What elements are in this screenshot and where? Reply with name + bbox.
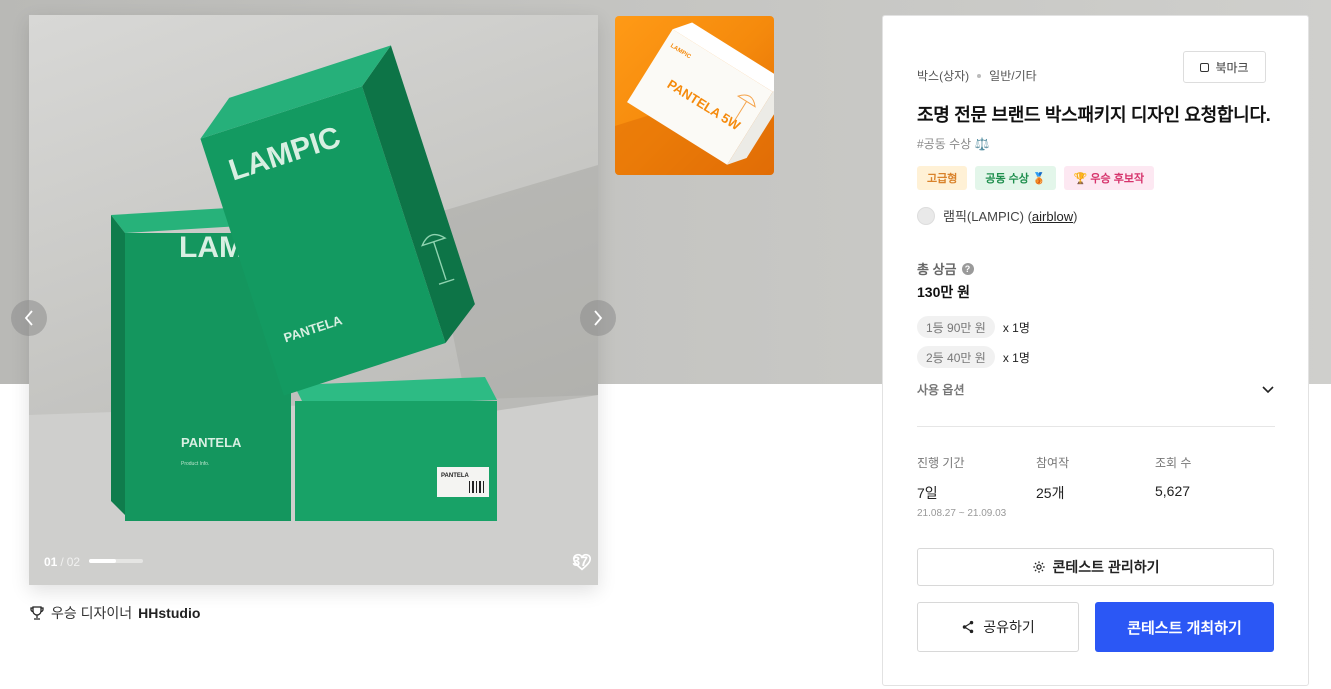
image-counter: 01/02	[44, 555, 80, 569]
badge-premium: 고급형	[917, 166, 968, 190]
heart-icon	[573, 553, 592, 571]
image-counter-separator: /	[60, 555, 64, 569]
like-button[interactable]: 37	[572, 553, 592, 571]
prize-rank: 1등 90만 원	[917, 316, 995, 338]
prize-label-text: 총 상금	[917, 262, 957, 277]
host-info: 램픽(LAMPIC) (airblow)	[917, 206, 1077, 225]
box-subtext: Product Info.	[181, 461, 209, 467]
hashtag: #공동 수상 ⚖️	[917, 137, 990, 151]
avatar	[917, 206, 935, 225]
badge-list: 고급형 공동 수상 🥉 🏆 우승 후보작	[917, 166, 1155, 190]
chevron-right-icon	[594, 310, 603, 326]
options-toggle[interactable]: 사용 옵션	[917, 381, 1275, 398]
breadcrumb-subcategory[interactable]: 일반/기타	[989, 67, 1037, 84]
prize-total: 130만 원	[917, 284, 971, 300]
image-progress-fill	[89, 559, 116, 563]
prize-row: 2등 40만 원 x 1명	[917, 346, 1030, 368]
image-counter-current: 01	[44, 555, 58, 569]
prize-rank: 2등 40만 원	[917, 346, 995, 368]
stat-entries-label: 참여작	[1036, 456, 1070, 470]
host-close-paren: )	[1073, 209, 1078, 224]
gear-icon	[1032, 561, 1045, 573]
divider	[917, 426, 1275, 427]
manage-contest-label: 콘테스트 관리하기	[1052, 559, 1160, 575]
manage-contest-button[interactable]: 콘테스트 관리하기	[917, 548, 1274, 586]
share-label: 공유하기	[983, 619, 1035, 635]
chevron-down-icon	[1262, 385, 1274, 393]
share-icon	[962, 620, 974, 634]
open-contest-button[interactable]: 콘테스트 개최하기	[1095, 602, 1274, 652]
help-icon[interactable]: ?	[961, 262, 974, 275]
breadcrumb-category[interactable]: 박스(상자)	[917, 67, 969, 84]
stat-views: 조회 수 5,627	[1155, 454, 1191, 499]
image-thumbnail[interactable]: LAMPIC PANTELA 5W	[615, 16, 774, 175]
trophy-icon	[30, 606, 44, 620]
box-product-text: PANTELA	[181, 435, 242, 450]
next-image-button[interactable]	[580, 300, 616, 336]
prize-row: 1등 90만 원 x 1명	[917, 316, 1030, 338]
thumbnail-photo: LAMPIC PANTELA 5W	[615, 22, 774, 175]
winner-designer: 우승 디자이너 HHstudio	[29, 603, 200, 623]
breadcrumb-dot	[977, 73, 982, 78]
winner-label: 우승 디자이너	[51, 605, 133, 621]
image-progress-track	[89, 559, 143, 563]
chevron-left-icon	[24, 310, 33, 326]
packaging-photo: LAMPIC PANTELA Product Info. PANTELA LAM…	[29, 45, 598, 585]
badge-winner-candidate: 🏆 우승 후보작	[1063, 166, 1155, 190]
host-id-link[interactable]: airblow	[1032, 209, 1073, 224]
breadcrumb: 박스(상자) 일반/기타	[917, 67, 1037, 84]
share-button[interactable]: 공유하기	[917, 602, 1079, 652]
stat-period: 진행 기간 7일 21.08.27 ~ 21.09.03	[917, 454, 1006, 519]
bookmark-button[interactable]: 북마크	[1183, 51, 1266, 83]
prize-count: x 1명	[1002, 350, 1030, 365]
bookmark-label: 북마크	[1215, 60, 1249, 75]
contest-info-panel: 박스(상자) 일반/기타 북마크 조명 전문 브랜드 박스패키지 디자인 요청합…	[882, 15, 1309, 686]
host-name: 램픽(LAMPIC) (	[943, 209, 1032, 224]
bookmark-icon	[1200, 62, 1210, 72]
stat-period-dates: 21.08.27 ~ 21.09.03	[917, 508, 1007, 519]
options-label: 사용 옵션	[917, 383, 965, 397]
image-counter-total: 02	[66, 555, 81, 569]
stat-entries: 참여작 25개	[1036, 454, 1069, 503]
prize-label: 총 상금 ?	[917, 259, 974, 278]
stat-period-label: 진행 기간	[917, 456, 965, 470]
stat-entries-value: 25개	[1036, 485, 1065, 501]
prev-image-button[interactable]	[11, 300, 47, 336]
barcode-label: PANTELA	[441, 473, 470, 479]
page-title: 조명 전문 브랜드 박스패키지 디자인 요청합니다.	[917, 105, 1271, 125]
open-contest-label: 콘테스트 개최하기	[1127, 619, 1242, 637]
stat-period-value: 7일	[917, 485, 938, 501]
winner-name[interactable]: HHstudio	[138, 605, 200, 621]
stat-views-label: 조회 수	[1155, 456, 1192, 470]
stat-views-value: 5,627	[1155, 483, 1191, 499]
badge-joint-award: 공동 수상 🥉	[975, 166, 1056, 190]
prize-count: x 1명	[1002, 320, 1030, 335]
product-main-image[interactable]: LAMPIC PANTELA Product Info. PANTELA LAM…	[29, 15, 598, 585]
